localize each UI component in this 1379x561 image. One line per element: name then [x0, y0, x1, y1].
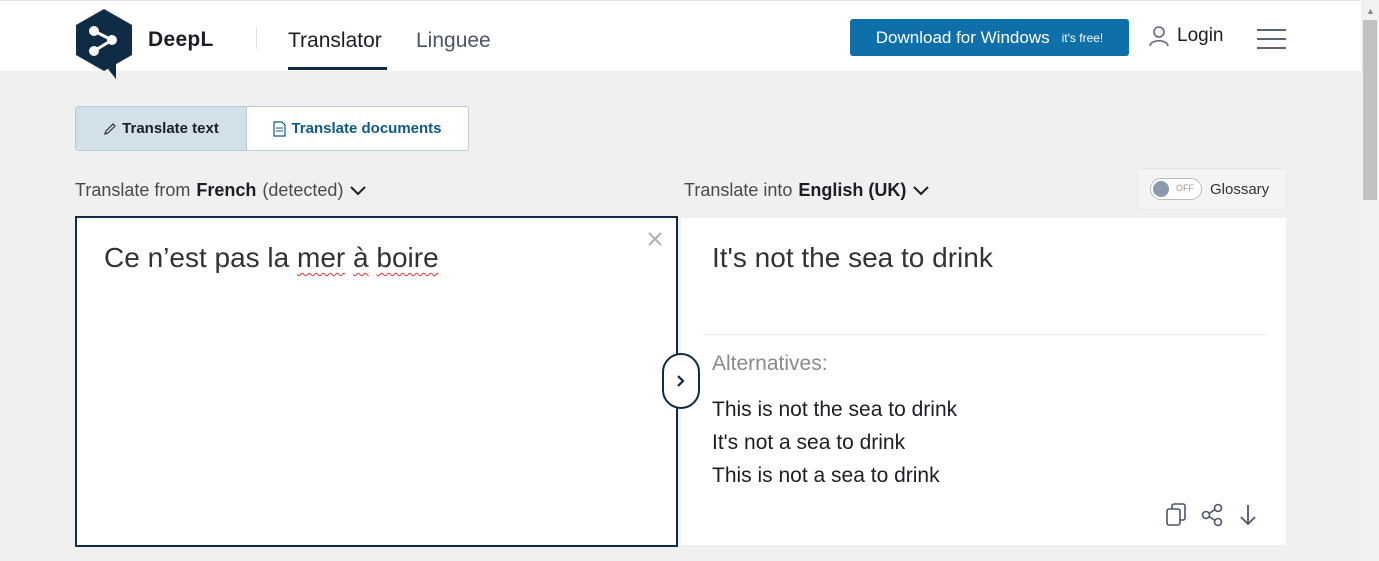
source-text-area[interactable]: Ce n’est pas la mer à boire — [75, 216, 678, 547]
download-arrow-icon — [1240, 505, 1256, 526]
alternative-item[interactable]: It's not a sea to drink — [712, 429, 957, 462]
source-lang-prefix: Translate from — [75, 180, 191, 200]
alternative-item[interactable]: This is not the sea to drink — [712, 396, 957, 429]
share-icon — [1201, 503, 1223, 527]
translate-text-button[interactable]: Translate text — [76, 107, 247, 150]
document-icon — [273, 120, 287, 137]
translate-documents-label: Translate documents — [291, 120, 442, 137]
target-lang-name: English (UK) — [798, 180, 907, 200]
toggle-knob — [1153, 181, 1169, 197]
clear-text-button[interactable] — [648, 226, 662, 252]
glossary-label[interactable]: Glossary — [1210, 181, 1269, 198]
target-lang-prefix: Translate into — [684, 180, 793, 200]
alternative-item[interactable]: This is not a sea to drink — [712, 462, 957, 495]
translation-text[interactable]: It's not the sea to drink — [712, 242, 993, 274]
copy-button[interactable] — [1163, 502, 1189, 528]
source-language-selector[interactable]: Translate from French (detected) — [75, 180, 367, 201]
tab-linguee[interactable]: Linguee — [416, 29, 491, 53]
chevron-right-icon — [677, 375, 685, 387]
download-button[interactable] — [1235, 502, 1261, 528]
menu-icon[interactable] — [1257, 28, 1286, 50]
target-text-area: It's not the sea to drink Alternatives: … — [681, 218, 1286, 545]
scrollbar-thumb[interactable] — [1363, 20, 1377, 200]
target-language-selector[interactable]: Translate into English (UK) — [684, 180, 930, 201]
misspelled-word[interactable]: mer — [297, 242, 345, 273]
login-label: Login — [1177, 25, 1224, 46]
translation-actions — [1163, 502, 1261, 528]
chevron-down-icon — [913, 185, 930, 195]
source-lang-name: French — [196, 180, 257, 200]
user-icon — [1149, 26, 1169, 47]
scroll-up-arrow[interactable]: ▲ — [1366, 6, 1375, 16]
brand-name[interactable]: DeepL — [148, 28, 214, 52]
copy-icon — [1166, 503, 1186, 526]
download-windows-button[interactable]: Download for Windows it's free! — [850, 19, 1129, 56]
close-icon — [648, 232, 662, 246]
download-label: Download for Windows — [875, 27, 1050, 47]
alternatives-label: Alternatives: — [712, 352, 828, 375]
glossary-control: OFF Glossary — [1137, 168, 1287, 210]
tab-translator[interactable]: Translator — [288, 29, 382, 53]
alternatives-divider — [703, 334, 1266, 335]
header-divider — [256, 27, 257, 49]
login-button[interactable]: Login — [1149, 25, 1224, 47]
expand-handle[interactable] — [662, 353, 700, 409]
page-scrollbar[interactable]: ▲ — [1361, 0, 1379, 561]
download-sub-label: it's free! — [1061, 30, 1104, 45]
misspelled-word[interactable]: à — [353, 242, 369, 273]
source-text-plain: Ce n’est pas la — [104, 242, 297, 273]
deepl-logo-icon[interactable] — [74, 9, 134, 79]
top-header: DeepL Translator Linguee Download for Wi… — [0, 0, 1361, 79]
source-text[interactable]: Ce n’est pas la mer à boire — [104, 242, 439, 274]
translate-text-label: Translate text — [122, 120, 219, 137]
pencil-icon — [104, 122, 116, 135]
active-tab-indicator — [288, 67, 387, 70]
translate-mode-switch: Translate text Translate documents — [75, 106, 469, 151]
alternatives-list: This is not the sea to drink It's not a … — [712, 396, 957, 495]
glossary-toggle[interactable]: OFF — [1150, 178, 1202, 200]
translate-documents-button[interactable]: Translate documents — [247, 107, 468, 150]
source-lang-detected: (detected) — [262, 180, 344, 200]
toggle-state: OFF — [1176, 183, 1194, 193]
misspelled-word[interactable]: boire — [376, 242, 438, 273]
share-button[interactable] — [1199, 502, 1225, 528]
chevron-down-icon — [350, 185, 367, 195]
